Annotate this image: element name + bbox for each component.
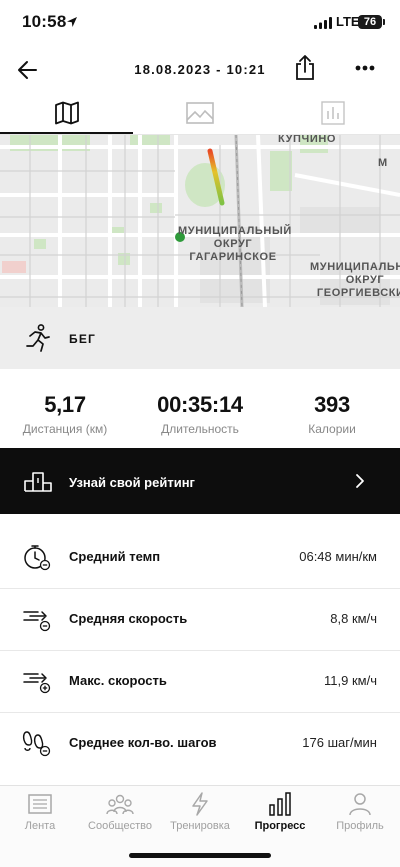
view-tabs xyxy=(0,94,400,135)
activity-label: БЕГ xyxy=(69,332,97,346)
nav-item-community[interactable]: Сообщество xyxy=(80,792,160,832)
distance-label: Дистанция (км) xyxy=(22,422,108,436)
metric-value: 8,8 км/ч xyxy=(330,611,377,626)
metric-label: Макс. скорость xyxy=(69,673,167,688)
map-label-line: ГАГАРИНСКОЕ xyxy=(189,251,277,263)
map-label-line: ГЕОРГИЕВСКИЙ xyxy=(316,287,400,299)
runner-icon xyxy=(26,324,50,352)
tab-photos[interactable] xyxy=(133,94,266,132)
map-icon xyxy=(54,101,79,125)
speed-minus-icon xyxy=(23,611,51,632)
metric-value: 06:48 мин/км xyxy=(299,549,377,564)
share-button[interactable] xyxy=(292,54,318,82)
status-bar: 10:58 LTE 76 xyxy=(0,0,400,46)
activity-type-bar xyxy=(0,307,400,369)
map-label-gagarinskoe: МУНИЦИПАЛЬНЫЙ ОКРУГ ГАГАРИНСКОЕ xyxy=(178,225,292,264)
podium-icon xyxy=(24,472,52,492)
signal-icon xyxy=(314,17,332,29)
status-time: 10:58 xyxy=(22,12,67,31)
map-label-line: МУНИЦИПАЛЬНЫЙ xyxy=(310,261,400,273)
more-dots-icon xyxy=(355,65,375,71)
nav-item-progress[interactable]: Прогресс xyxy=(240,792,320,832)
metric-label: Среднее кол-во. шагов xyxy=(69,735,217,750)
metric-row-avg-steps: Среднее кол-во. шагов 176 шаг/мин xyxy=(0,712,400,774)
nav-label: Сообщество xyxy=(88,820,152,832)
map-label-line: ОКРУГ xyxy=(213,238,253,250)
metric-row-avg-pace: Средний темп 06:48 мин/км xyxy=(0,526,400,589)
nav-item-feed[interactable]: Лента xyxy=(0,792,80,832)
network-type: LTE xyxy=(336,14,360,29)
rating-label: Узнай свой рейтинг xyxy=(69,475,195,490)
nav-label: Профиль xyxy=(336,820,384,832)
image-icon xyxy=(185,102,214,124)
profile-icon xyxy=(349,793,371,816)
location-arrow-icon xyxy=(67,17,77,27)
map-label-line: ОКРУГ xyxy=(345,274,385,286)
map-label-kupchino: КУПЧИНО xyxy=(278,135,337,145)
share-icon xyxy=(296,55,314,80)
map-label-line: МУНИЦИПАЛЬНЫЙ xyxy=(178,225,292,237)
nav-item-profile[interactable]: Профиль xyxy=(320,792,400,832)
nav-label: Прогресс xyxy=(254,820,306,832)
progress-icon xyxy=(269,792,291,816)
page-title: 18.08.2023 - 10:21 xyxy=(134,62,266,77)
footsteps-icon xyxy=(22,731,51,757)
metric-row-avg-speed: Средняя скорость 8,8 км/ч xyxy=(0,588,400,651)
route-map[interactable]: КУПЧИНО М МУНИЦИПАЛЬНЫЙ ОКРУГ ГАГАРИНСКО… xyxy=(0,135,400,307)
duration-label: Длительность xyxy=(161,422,239,436)
duration-value: 00:35:14 xyxy=(157,392,243,417)
feed-icon xyxy=(28,794,52,814)
community-icon xyxy=(106,794,134,815)
tab-map[interactable] xyxy=(0,94,133,132)
battery-icon: 76 xyxy=(358,15,382,29)
stopwatch-icon xyxy=(24,545,51,571)
lightning-icon xyxy=(192,792,208,816)
metric-value: 11,9 км/ч xyxy=(324,673,377,688)
metric-label: Средняя скорость xyxy=(69,611,188,626)
calories-value: 393 xyxy=(314,392,350,417)
map-label-edge: М xyxy=(378,157,388,169)
calories-label: Калории xyxy=(308,422,356,436)
more-options-button[interactable] xyxy=(352,58,378,78)
speed-plus-icon xyxy=(23,673,51,694)
metric-value: 176 шаг/мин xyxy=(302,735,377,750)
nav-label: Тренировка xyxy=(170,820,230,832)
bar-chart-icon xyxy=(320,101,345,125)
metric-label: Средний темп xyxy=(69,549,161,564)
tab-stats[interactable] xyxy=(266,94,399,132)
nav-label: Лента xyxy=(24,820,56,832)
active-tab-indicator xyxy=(0,132,133,134)
map-label-georgievsky: МУНИЦИПАЛЬНЫЙ ОКРУГ ГЕОРГИЕВСКИЙ xyxy=(310,261,400,300)
rating-banner[interactable] xyxy=(0,448,400,514)
chevron-right-icon xyxy=(356,474,364,488)
metric-row-max-speed: Макс. скорость 11,9 км/ч xyxy=(0,650,400,713)
nav-item-training[interactable]: Тренировка xyxy=(160,792,240,832)
distance-value: 5,17 xyxy=(44,392,86,417)
battery-tip xyxy=(383,19,385,25)
home-indicator xyxy=(129,853,271,858)
